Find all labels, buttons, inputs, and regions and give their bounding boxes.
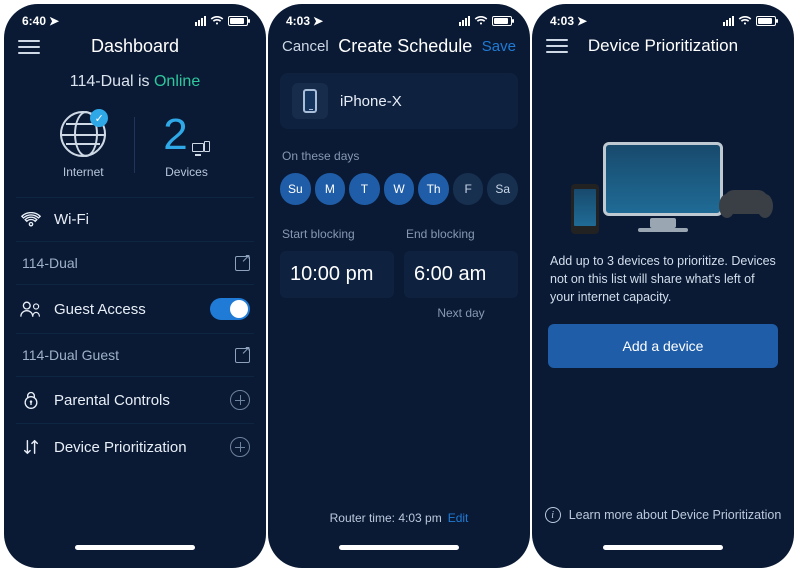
- guest-toggle[interactable]: [210, 298, 250, 320]
- page-title: Device Prioritization: [588, 36, 738, 56]
- signal-icon: [459, 16, 470, 26]
- day-sa[interactable]: Sa: [487, 173, 518, 205]
- start-time-input[interactable]: 10:00 pm: [280, 251, 394, 298]
- devices-stat[interactable]: 2 Devices: [163, 111, 209, 179]
- location-icon: ➤: [313, 14, 323, 28]
- day-f[interactable]: F: [453, 173, 484, 205]
- day-th[interactable]: Th: [418, 173, 449, 205]
- phone-illustration: [571, 184, 599, 234]
- end-label: End blocking: [406, 227, 516, 241]
- menu-button[interactable]: [18, 40, 40, 54]
- nav-bar: Dashboard: [4, 32, 266, 67]
- add-icon[interactable]: [230, 437, 250, 457]
- device-prioritization-row[interactable]: Device Prioritization: [16, 423, 254, 470]
- location-icon: ➤: [577, 14, 587, 28]
- device-row[interactable]: iPhone-X: [280, 73, 518, 129]
- learn-more-link[interactable]: i Learn more about Device Prioritization: [544, 507, 782, 523]
- cancel-button[interactable]: Cancel: [282, 38, 329, 55]
- wifi-icon: [210, 16, 224, 26]
- wifi-icon: [21, 212, 41, 228]
- wifi-icon: [738, 16, 752, 26]
- edit-router-time[interactable]: Edit: [448, 511, 469, 525]
- network-status: 114-Dual is Online: [16, 73, 254, 91]
- device-chip: [292, 83, 328, 119]
- gamepad-illustration: [724, 190, 768, 220]
- day-su[interactable]: Su: [280, 173, 311, 205]
- add-icon[interactable]: [230, 390, 250, 410]
- screen-dashboard: 6:40 ➤ Dashboard 114-Dual is Online ✓ In…: [4, 4, 266, 568]
- status-online: Online: [154, 73, 200, 90]
- add-device-button[interactable]: Add a device: [548, 324, 778, 368]
- day-w[interactable]: W: [384, 173, 415, 205]
- nav-bar: Cancel Create Schedule Save: [268, 32, 530, 67]
- menu-button[interactable]: [546, 39, 568, 53]
- prioritization-icon: [22, 438, 40, 456]
- divider: [134, 117, 135, 173]
- page-title: Create Schedule: [338, 36, 472, 57]
- parental-controls-row[interactable]: Parental Controls: [16, 376, 254, 423]
- start-label: Start blocking: [282, 227, 392, 241]
- device-name: iPhone-X: [340, 93, 402, 110]
- wifi-network-row[interactable]: 114-Dual: [16, 241, 254, 284]
- nav-bar: Device Prioritization: [532, 32, 794, 66]
- status-bar: 4:03 ➤: [268, 4, 530, 32]
- signal-icon: [723, 16, 734, 26]
- external-link-icon: [235, 256, 250, 271]
- globe-icon: ✓: [60, 111, 106, 157]
- guest-icon: [20, 300, 42, 318]
- days-label: On these days: [282, 149, 516, 163]
- home-indicator[interactable]: [603, 545, 723, 550]
- page-title: Dashboard: [91, 36, 179, 57]
- save-button[interactable]: Save: [482, 38, 516, 55]
- signal-icon: [195, 16, 206, 26]
- devices-count: 2: [163, 113, 187, 157]
- internet-stat[interactable]: ✓ Internet: [60, 111, 106, 179]
- status-time: 4:03: [550, 14, 574, 28]
- external-link-icon: [235, 348, 250, 363]
- screen-device-prioritization: 4:03 ➤ Device Prioritization Add up to 3…: [532, 4, 794, 568]
- illustration: [544, 84, 782, 234]
- status-bar: 6:40 ➤: [4, 4, 266, 32]
- status-time: 6:40: [22, 14, 46, 28]
- battery-icon: [756, 16, 776, 26]
- screen-create-schedule: 4:03 ➤ Cancel Create Schedule Save iPhon…: [268, 4, 530, 568]
- day-t[interactable]: T: [349, 173, 380, 205]
- check-badge-icon: ✓: [90, 109, 108, 127]
- phone-icon: [303, 89, 317, 113]
- guest-network-row[interactable]: 114-Dual Guest: [16, 333, 254, 376]
- status-bar: 4:03 ➤: [532, 4, 794, 32]
- monitor-illustration: [603, 142, 723, 234]
- location-icon: ➤: [49, 14, 59, 28]
- home-indicator[interactable]: [75, 545, 195, 550]
- days-picker: Su M T W Th F Sa: [280, 173, 518, 205]
- next-day-label: Next day: [404, 306, 518, 320]
- battery-icon: [228, 16, 248, 26]
- wifi-row[interactable]: Wi-Fi: [16, 197, 254, 241]
- guest-access-row[interactable]: Guest Access: [16, 284, 254, 333]
- lock-icon: [22, 390, 40, 410]
- router-time: Router time: 4:03 pmEdit: [280, 511, 518, 525]
- day-m[interactable]: M: [315, 173, 346, 205]
- battery-icon: [492, 16, 512, 26]
- status-time: 4:03: [286, 14, 310, 28]
- end-time-input[interactable]: 6:00 am: [404, 251, 518, 298]
- info-icon: i: [545, 507, 561, 523]
- home-indicator[interactable]: [339, 545, 459, 550]
- description-text: Add up to 3 devices to prioritize. Devic…: [544, 252, 782, 306]
- devices-icon: [192, 141, 210, 157]
- wifi-icon: [474, 16, 488, 26]
